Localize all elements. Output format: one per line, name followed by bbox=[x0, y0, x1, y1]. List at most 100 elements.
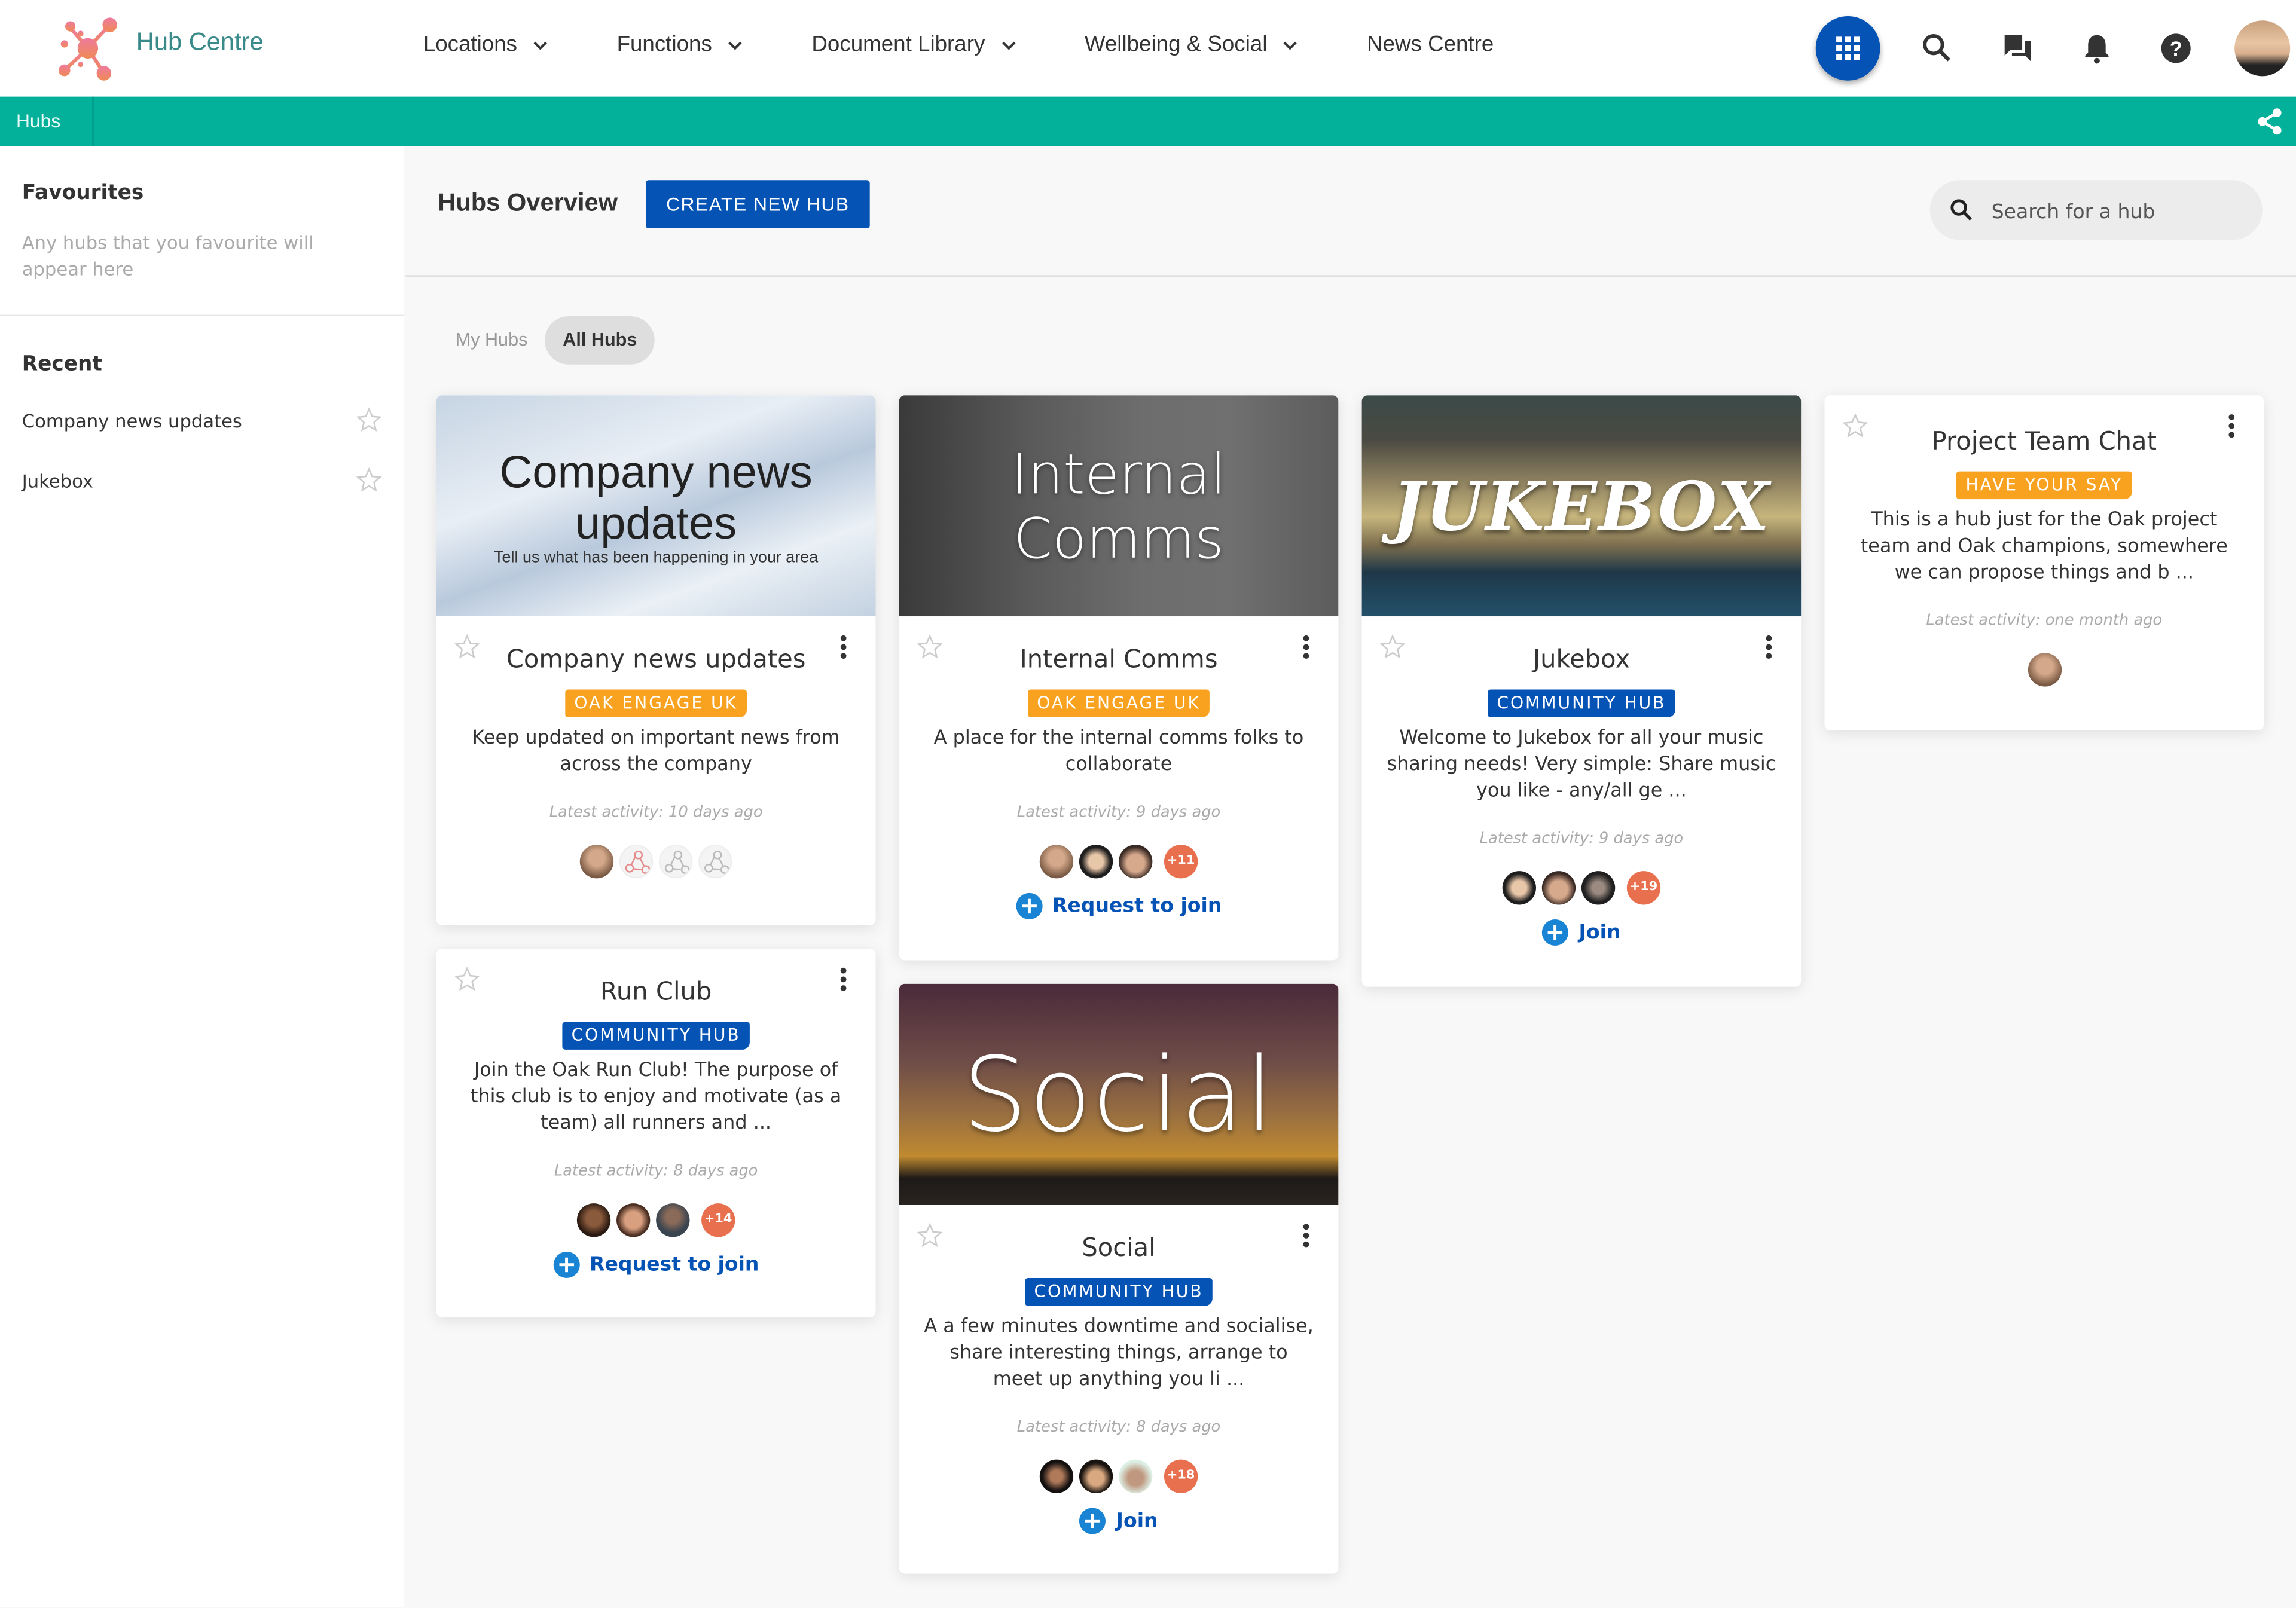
member-avatars: +19 bbox=[1362, 871, 1802, 906]
more-options-icon[interactable] bbox=[832, 966, 855, 992]
star-outline-icon[interactable] bbox=[356, 407, 382, 433]
recent-item-jukebox[interactable]: Jukebox bbox=[22, 467, 382, 493]
star-outline-icon[interactable] bbox=[454, 966, 480, 992]
star-outline-icon[interactable] bbox=[1842, 413, 1868, 439]
member-avatar[interactable] bbox=[579, 845, 614, 879]
more-options-icon[interactable] bbox=[832, 634, 855, 660]
chevron-down-icon bbox=[728, 41, 743, 50]
more-options-icon[interactable] bbox=[1757, 634, 1781, 660]
hub-title[interactable]: Run Club bbox=[436, 978, 876, 1013]
nav-locations[interactable]: Locations bbox=[423, 32, 549, 57]
hub-badge: COMMUNITY HUB bbox=[1488, 689, 1675, 718]
hub-title[interactable]: Social bbox=[899, 1234, 1339, 1270]
tab-all-hubs[interactable]: All Hubs bbox=[545, 316, 655, 365]
member-count-badge[interactable]: +11 bbox=[1164, 845, 1198, 879]
hub-title[interactable]: Project Team Chat bbox=[1824, 427, 2264, 463]
hub-badge: COMMUNITY HUB bbox=[1025, 1277, 1213, 1306]
hub-card-run-club[interactable]: Run Club COMMUNITY HUB Join the Oak Run … bbox=[436, 948, 876, 1318]
hub-card-social[interactable]: Social Social COMMUNITY HUB A a few minu… bbox=[899, 983, 1339, 1574]
hub-centre-page: Hub Centre Locations Functions Document … bbox=[0, 0, 2296, 1608]
star-outline-icon[interactable] bbox=[454, 634, 480, 660]
member-avatar[interactable] bbox=[1079, 1459, 1113, 1493]
member-avatar[interactable] bbox=[576, 1203, 611, 1237]
bell-icon[interactable] bbox=[2080, 30, 2115, 66]
member-avatar-placeholder[interactable] bbox=[619, 845, 654, 879]
favourites-empty-text: Any hubs that you favourite will appear … bbox=[22, 231, 314, 280]
nav-wellbeing-social[interactable]: Wellbeing & Social bbox=[1085, 32, 1300, 57]
member-avatar[interactable] bbox=[2027, 653, 2061, 687]
card-body: Project Team Chat HAVE YOUR SAY This is … bbox=[1824, 395, 2264, 688]
request-to-join-button[interactable]: Request to join bbox=[1015, 892, 1222, 919]
member-avatar[interactable] bbox=[1079, 845, 1113, 879]
apps-grid-icon bbox=[1836, 36, 1860, 60]
star-outline-icon[interactable] bbox=[1379, 634, 1406, 660]
hub-description: A a few minutes downtime and socialise, … bbox=[924, 1316, 1314, 1391]
apps-button[interactable] bbox=[1815, 16, 1880, 81]
member-avatars bbox=[1824, 653, 2264, 688]
member-avatar[interactable] bbox=[656, 1203, 690, 1237]
card-body: Run Club COMMUNITY HUB Join the Oak Run … bbox=[436, 949, 876, 1284]
breadcrumb-hubs[interactable]: Hubs bbox=[0, 96, 94, 146]
member-count-badge[interactable]: +18 bbox=[1164, 1459, 1198, 1493]
more-options-icon[interactable] bbox=[1294, 634, 1318, 660]
banner-title: Company news updates bbox=[499, 445, 813, 549]
sidebar-divider bbox=[0, 314, 404, 316]
recent-item-company-news-updates[interactable]: Company news updates bbox=[22, 407, 382, 433]
join-button[interactable]: Join bbox=[1079, 1508, 1158, 1534]
add-circle-icon bbox=[1079, 1508, 1106, 1534]
request-to-join-button[interactable]: Request to join bbox=[552, 1251, 759, 1278]
recent-item-label: Company news updates bbox=[22, 409, 242, 432]
member-avatars: +18 bbox=[899, 1459, 1339, 1495]
join-button[interactable]: Join bbox=[1542, 919, 1620, 946]
tab-my-hubs[interactable]: My Hubs bbox=[438, 316, 545, 365]
help-icon[interactable]: ? bbox=[2158, 30, 2194, 66]
nav-label: Wellbeing & Social bbox=[1084, 32, 1268, 57]
member-avatar[interactable] bbox=[1119, 845, 1153, 879]
hub-title[interactable]: Jukebox bbox=[1362, 646, 1802, 681]
member-avatar-placeholder[interactable] bbox=[698, 845, 732, 879]
member-avatar[interactable] bbox=[616, 1203, 651, 1237]
member-avatar[interactable] bbox=[1119, 1459, 1153, 1493]
member-avatar[interactable] bbox=[1541, 871, 1576, 905]
member-avatar[interactable] bbox=[1039, 1459, 1074, 1493]
member-avatars: +14 bbox=[436, 1203, 876, 1239]
hub-title[interactable]: Internal Comms bbox=[899, 646, 1339, 681]
star-outline-icon[interactable] bbox=[917, 1222, 943, 1249]
create-new-hub-button[interactable]: CREATE NEW HUB bbox=[646, 180, 870, 229]
top-header: Hub Centre Locations Functions Document … bbox=[0, 0, 2296, 97]
hub-search-input[interactable] bbox=[1988, 180, 2258, 243]
add-circle-icon bbox=[1015, 892, 1042, 919]
star-outline-icon[interactable] bbox=[917, 634, 943, 660]
chat-icon[interactable] bbox=[2000, 30, 2035, 66]
search-icon[interactable] bbox=[1920, 30, 1955, 66]
latest-activity: Latest activity: 8 days ago bbox=[554, 1162, 758, 1180]
more-options-icon[interactable] bbox=[1294, 1222, 1318, 1249]
hub-badge: COMMUNITY HUB bbox=[562, 1022, 750, 1050]
hub-card-jukebox[interactable]: JUKEBOX Jukebox COMMUNITY HUB Welcome to… bbox=[1361, 395, 1802, 987]
member-avatar[interactable] bbox=[1039, 845, 1074, 879]
app-title[interactable]: Hub Centre bbox=[136, 28, 264, 57]
member-avatar[interactable] bbox=[1502, 871, 1537, 905]
user-avatar[interactable] bbox=[2234, 20, 2291, 77]
nav-news-centre[interactable]: News Centre bbox=[1367, 32, 1494, 57]
hub-card-company-news-updates[interactable]: Company news updates Tell us what has be… bbox=[436, 395, 876, 925]
hub-card-internal-comms[interactable]: Internal Comms Internal Comms OAK ENGAGE… bbox=[899, 395, 1339, 961]
member-count-badge[interactable]: +14 bbox=[701, 1203, 735, 1237]
hub-badge: OAK ENGAGE UK bbox=[1028, 689, 1210, 718]
page-title: Hubs Overview bbox=[438, 188, 618, 217]
member-avatar[interactable] bbox=[1581, 871, 1616, 905]
chevron-down-icon bbox=[534, 41, 548, 50]
hub-title[interactable]: Company news updates bbox=[436, 646, 876, 681]
hub-description: Welcome to Jukebox for all your music sh… bbox=[1387, 727, 1776, 803]
more-options-icon[interactable] bbox=[2220, 413, 2243, 439]
hub-centre-logo-icon[interactable] bbox=[56, 14, 126, 85]
member-count-badge[interactable]: +19 bbox=[1626, 871, 1661, 905]
hub-card-project-team-chat[interactable]: Project Team Chat HAVE YOUR SAY This is … bbox=[1824, 395, 2264, 731]
star-outline-icon[interactable] bbox=[356, 467, 382, 493]
member-avatar-placeholder[interactable] bbox=[659, 845, 693, 879]
breadcrumb-bar: Hubs bbox=[0, 96, 2296, 146]
nav-functions[interactable]: Functions bbox=[617, 32, 744, 57]
share-icon[interactable] bbox=[2255, 107, 2284, 136]
nav-document-library[interactable]: Document Library bbox=[811, 32, 1017, 57]
hub-filter-tabs: My Hubs All Hubs bbox=[438, 316, 655, 365]
